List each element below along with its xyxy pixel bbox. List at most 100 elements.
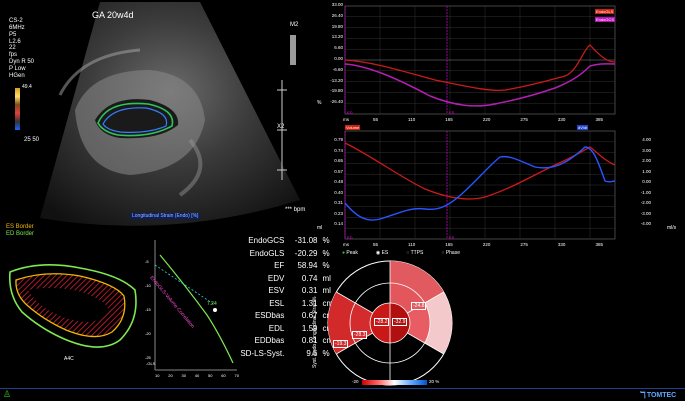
strain-ed-marker[interactable]: ED [347, 110, 353, 115]
stat-label: ESV [268, 286, 285, 295]
bullseye-inner-left: -28.2 [374, 318, 390, 326]
legend-peak-label: Peak [346, 250, 358, 256]
y-tick: 0.40 [334, 189, 343, 195]
y-tick: 3.00 [642, 147, 651, 153]
y-tick: 13.20 [331, 34, 343, 40]
stat-label: EDL [268, 323, 285, 333]
lv-shape [8, 264, 137, 348]
x-tick: 10 [155, 373, 160, 378]
phase-dot-icon: ○ [441, 250, 445, 256]
legend-ttps-label: TTPS [410, 250, 424, 256]
y-tick: 1.00 [642, 168, 651, 174]
y-tick: -10 [145, 283, 151, 288]
legend-phase[interactable]: ○ Phase [441, 250, 460, 256]
strain-y-ticks: 33.00 26.40 19.80 13.20 6.60 0.00 -6.60 … [315, 2, 343, 110]
stat-value: -20.29 [294, 248, 318, 258]
status-bar [0, 388, 685, 401]
legend-es-label: ES [381, 250, 389, 256]
bullseye-mid-left: -28.3 [352, 331, 368, 339]
legend-ttps[interactable]: ○ TTPS [406, 250, 423, 256]
y-tick: 0.23 [334, 210, 343, 216]
es-dot-icon: ◉ [375, 250, 381, 256]
volume-tag[interactable]: Volume [345, 125, 361, 130]
strain-chart-svg [344, 5, 616, 115]
param-4: fps [9, 52, 18, 58]
volume-left-ticks: 0.79 0.74 0.65 0.57 0.48 0.40 0.31 0.23 … [315, 137, 343, 232]
depth-marker-x2: X2 [277, 124, 285, 130]
view-label: A4C [64, 356, 74, 362]
x-tick: 220 [482, 242, 491, 247]
color-scale-top: 49.4 [22, 84, 32, 90]
bullseye-outer-left: -19.3 [333, 340, 349, 348]
param-6: P Low [9, 66, 26, 72]
strain-chart[interactable]: % 33.00 26.40 19.80 13.20 6.60 0.00 -6.6… [315, 0, 685, 125]
x-tick: 110 [408, 117, 416, 122]
y-tick: -2.00 [640, 200, 651, 205]
x-tick: 385 [595, 242, 603, 247]
bullseye-title: Syst. Endo Longitudinal Strain% [312, 296, 318, 368]
param-5: Dyn R 50 [9, 59, 35, 65]
y-tick: -3.00 [640, 210, 651, 216]
y-tick: -13.20 [330, 77, 343, 83]
y-tick: -4.00 [640, 221, 651, 226]
legend-phase-label: Phase [445, 250, 460, 256]
volume-correlation-svg [154, 240, 237, 371]
strain-tag-gcs[interactable]: EndoGCS [595, 17, 616, 22]
y-tick: 0.65 [334, 158, 343, 163]
legend-peak[interactable]: ● Peak [342, 250, 358, 256]
stat-label: SD-LS-Syst. [240, 348, 285, 358]
y-tick: 0.14 [334, 221, 343, 226]
ultrasound-panel[interactable]: GA 20w4d CS-2 6MHz P5 L2.6 22 fps Dyn R … [0, 0, 310, 230]
volume-ed-marker[interactable]: ED [347, 235, 353, 240]
strain-tag-gls[interactable]: EndoGLS [595, 9, 615, 14]
bullseye-scale-min: -20 [352, 379, 359, 384]
gestational-age: GA 20w4d [92, 10, 134, 20]
volume-es-marker[interactable]: ES [449, 235, 454, 240]
x-tick: 275 [520, 242, 528, 247]
legend-es[interactable]: ◉ ES [376, 250, 388, 256]
heart-rate: *** bpm [285, 207, 306, 213]
stat-value: -31.08 [294, 236, 318, 245]
x-tick: 385 [595, 117, 603, 122]
stat-label: ESL [269, 298, 285, 308]
x-tick: 50 [208, 373, 213, 378]
stat-value: 58.94 [297, 261, 318, 270]
tomtec-logo: ℸ TOMTEC [640, 390, 676, 401]
volume-chart[interactable]: ml ml/s 0.79 0.74 0.65 0.57 0.48 0.40 0.… [315, 125, 685, 250]
x-tick: 55 [373, 117, 379, 122]
es-border-legend: ES Border [6, 224, 34, 230]
volume-x-start: ms [343, 242, 349, 247]
x-tick: 165 [445, 117, 453, 122]
y-tick: 0.00 [642, 179, 651, 184]
param-3: 22 [9, 45, 16, 51]
strain-type-label: Longitudinal Strain (Endo) [%] [130, 213, 201, 219]
bullseye-scale [362, 380, 427, 385]
y-tick: -6.60 [332, 66, 343, 72]
y-tick: -26.40 [330, 99, 343, 105]
x-tick: 70 [234, 373, 239, 378]
dvdt-tag[interactable]: dV/dt [577, 125, 589, 130]
stat-label: EDV [267, 273, 285, 283]
x-tick: 330 [557, 242, 566, 247]
volume-x-ticks: 55 110 165 220 275 330 385 [373, 242, 603, 247]
x-tick: 30 [181, 373, 186, 378]
stat-label: EndoGLS [249, 248, 285, 258]
tomtec-logo-text: TOMTEC [646, 392, 677, 399]
phase-legend: ● Peak ◉ ES ○ TTPS ○ Phase [342, 250, 542, 256]
bullseye-panel[interactable]: -28.2 -32.9 -24.8 -28.3 -19.3 [320, 258, 460, 388]
y-tick: -1.00 [640, 189, 651, 195]
ttps-dot-icon: ○ [406, 250, 410, 256]
color-scale-bar [15, 88, 20, 130]
y-tick: -5 [145, 259, 149, 264]
ultrasound-image [40, 2, 300, 226]
volume-right-unit: ml/s [667, 225, 677, 231]
stat-label: EF [274, 261, 285, 270]
peak-dot-icon: ● [342, 250, 346, 256]
y-tick: 0.74 [334, 147, 343, 153]
person-icon[interactable]: ♙ [3, 389, 11, 400]
strain-es-marker[interactable]: ES [449, 110, 454, 115]
bullseye-inner-right: -32.9 [392, 318, 408, 326]
y-tick: -20 [145, 331, 151, 336]
y-tick: 2.00 [642, 158, 651, 163]
frequency-label: 6MHz [9, 25, 25, 31]
